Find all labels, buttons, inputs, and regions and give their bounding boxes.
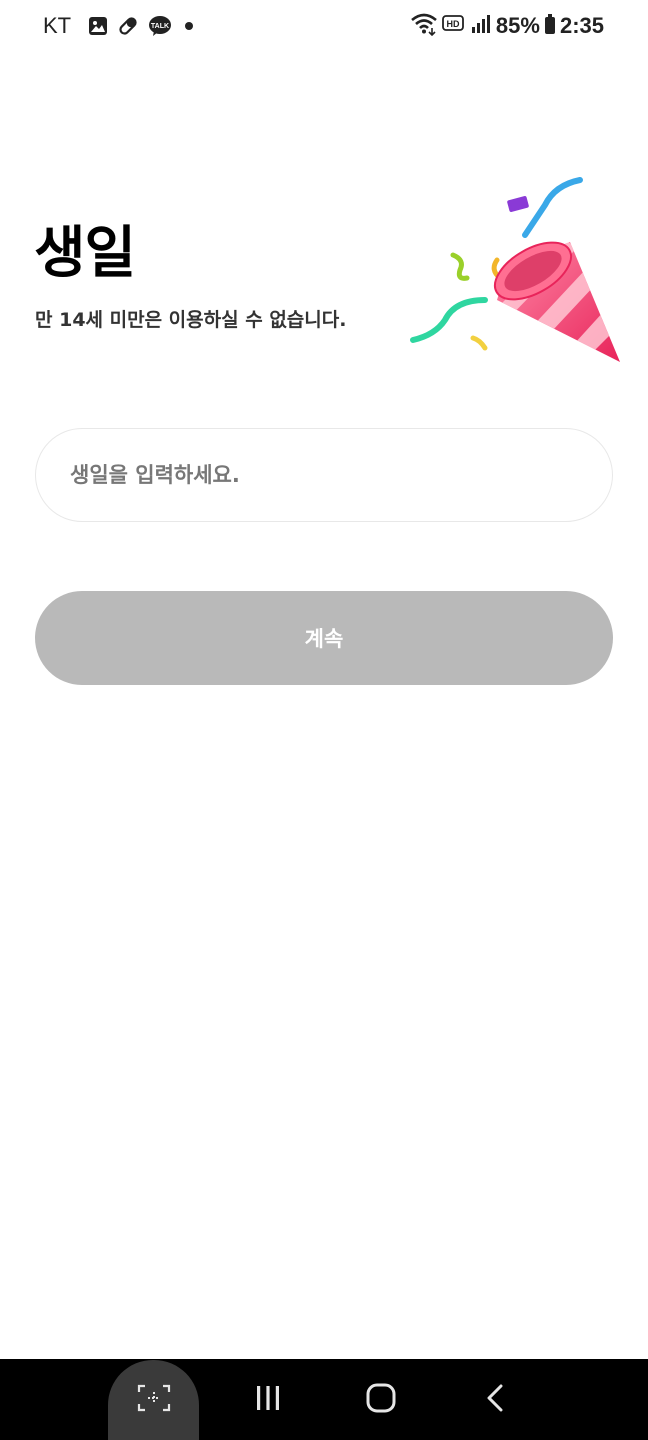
home-icon bbox=[365, 1382, 397, 1418]
home-button[interactable] bbox=[351, 1359, 411, 1440]
clock: 2:35 bbox=[559, 13, 604, 38]
kakao-badge-text: TALK bbox=[151, 23, 169, 30]
dot-icon bbox=[181, 18, 197, 34]
hd-icon: HD bbox=[442, 12, 466, 40]
carrier-label: KT bbox=[43, 13, 72, 38]
notification-icons: TALK bbox=[88, 15, 197, 37]
status-bar: KT TALK HD 85% 2:35 bbox=[0, 0, 648, 56]
page-title: 생일 bbox=[34, 221, 136, 286]
pill-icon bbox=[117, 15, 139, 37]
age-notice: 만 14세 미만은 이용하실 수 없습니다. bbox=[35, 309, 347, 331]
navigation-bar bbox=[0, 1359, 648, 1440]
capture-button[interactable] bbox=[108, 1360, 199, 1440]
wifi-icon bbox=[410, 12, 438, 40]
battery-percent: 85% bbox=[495, 13, 540, 38]
gallery-icon bbox=[88, 16, 108, 36]
birthday-input[interactable] bbox=[35, 428, 613, 522]
back-button[interactable] bbox=[465, 1359, 525, 1440]
system-status: HD 85% 2:35 bbox=[410, 12, 604, 40]
kakaotalk-icon: TALK bbox=[148, 15, 172, 37]
svg-text:HD: HD bbox=[446, 19, 459, 29]
party-popper-icon bbox=[410, 177, 620, 362]
capture-icon bbox=[136, 1383, 172, 1417]
recents-icon bbox=[253, 1383, 283, 1417]
recents-button[interactable] bbox=[238, 1359, 298, 1440]
continue-button[interactable]: 계속 bbox=[35, 591, 613, 685]
signal-icon bbox=[470, 13, 492, 39]
back-icon bbox=[482, 1383, 508, 1417]
battery-icon bbox=[544, 13, 556, 39]
